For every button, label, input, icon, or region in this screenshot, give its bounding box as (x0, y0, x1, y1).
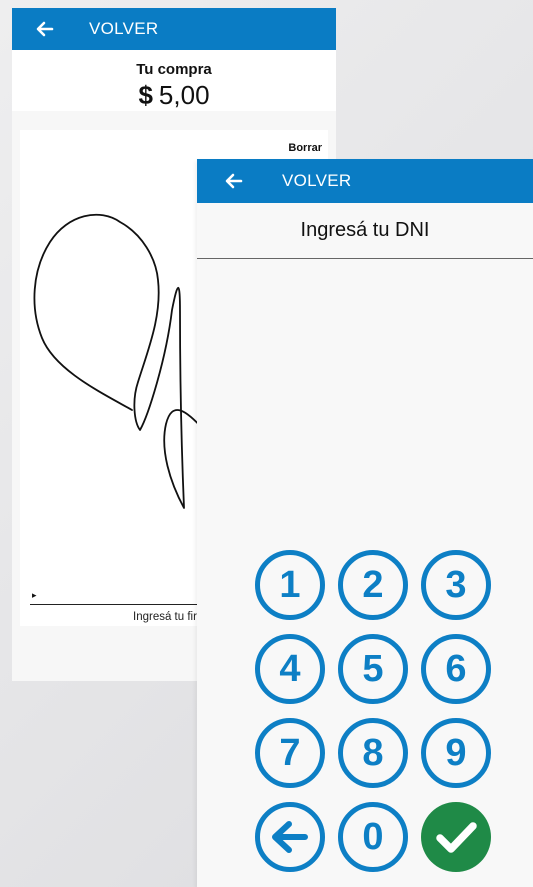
back-arrow-icon[interactable] (33, 17, 57, 41)
key-label: 7 (279, 731, 301, 774)
purchase-amount: $5,00 (12, 80, 336, 111)
back-button-label[interactable]: VOLVER (282, 171, 352, 191)
key-0[interactable]: 0 (338, 802, 408, 872)
key-1[interactable]: 1 (255, 550, 325, 620)
key-4[interactable]: 4 (255, 634, 325, 704)
numeric-keypad: 1 2 3 4 5 6 7 8 9 0 (255, 550, 491, 872)
key-label: 2 (362, 563, 384, 606)
key-8[interactable]: 8 (338, 718, 408, 788)
key-label: 0 (362, 815, 384, 858)
dni-screen: VOLVER Ingresá tu DNI 1 2 3 4 5 6 7 8 9 … (197, 159, 533, 887)
dni-appbar: VOLVER (197, 159, 533, 203)
key-6[interactable]: 6 (421, 634, 491, 704)
purchase-summary: Tu compra $5,00 (12, 50, 336, 111)
key-3[interactable]: 3 (421, 550, 491, 620)
key-label: 3 (445, 563, 467, 606)
check-icon (436, 822, 477, 853)
signature-marker: ▸ (32, 590, 37, 600)
key-9[interactable]: 9 (421, 718, 491, 788)
dni-value-display (197, 259, 533, 299)
key-7[interactable]: 7 (255, 718, 325, 788)
key-label: 1 (279, 563, 301, 606)
confirm-key[interactable] (421, 802, 491, 872)
key-label: 4 (279, 647, 301, 690)
delete-arrow-icon (272, 821, 308, 853)
delete-key[interactable] (255, 802, 325, 872)
back-button-label[interactable]: VOLVER (89, 19, 159, 39)
dni-prompt: Ingresá tu DNI (197, 203, 533, 259)
key-label: 6 (445, 647, 467, 690)
key-label: 9 (445, 731, 467, 774)
key-label: 5 (362, 647, 384, 690)
amount-value: 5,00 (158, 80, 210, 110)
key-2[interactable]: 2 (338, 550, 408, 620)
purchase-label: Tu compra (136, 61, 212, 78)
key-5[interactable]: 5 (338, 634, 408, 704)
currency-symbol: $ (138, 80, 153, 110)
signature-appbar: VOLVER (12, 8, 336, 50)
back-arrow-icon[interactable] (222, 169, 246, 193)
key-label: 8 (362, 731, 384, 774)
